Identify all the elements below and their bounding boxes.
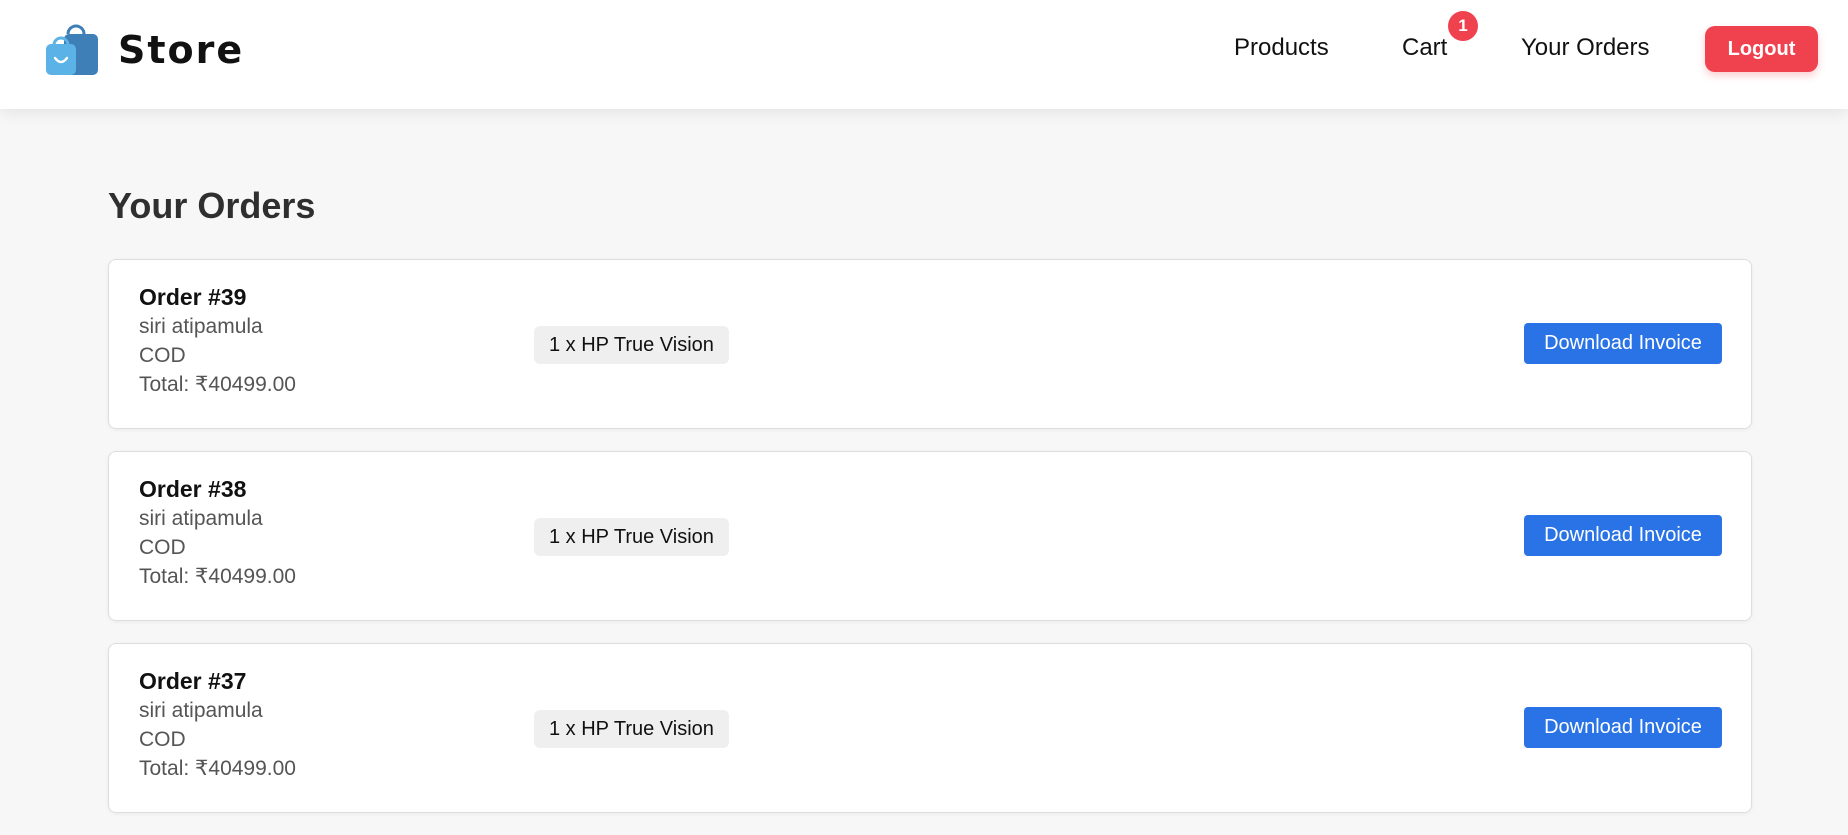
download-invoice-button[interactable]: Download Invoice xyxy=(1524,707,1722,748)
order-item-tag: 1 x HP True Vision xyxy=(534,710,729,748)
customer-name: siri atipamula xyxy=(139,315,263,338)
customer-name: siri atipamula xyxy=(139,699,263,722)
nav-your-orders-link[interactable]: Your Orders xyxy=(1521,34,1650,62)
brand-name: Store xyxy=(118,28,245,72)
orders-list: Order #39 siri atipamula COD Total: ₹404… xyxy=(108,259,1752,835)
brand[interactable]: Store xyxy=(42,22,244,78)
order-number: Order #38 xyxy=(139,476,247,502)
download-invoice-button[interactable]: Download Invoice xyxy=(1524,323,1722,364)
payment-method: COD xyxy=(139,344,186,367)
download-invoice-button[interactable]: Download Invoice xyxy=(1524,515,1722,556)
payment-method: COD xyxy=(139,728,186,751)
order-details: Order #39 siri atipamula COD Total: ₹404… xyxy=(139,282,296,399)
order-details: Order #38 siri atipamula COD Total: ₹404… xyxy=(139,474,296,591)
shopping-bags-icon xyxy=(46,24,98,75)
nav-products-link[interactable]: Products xyxy=(1234,34,1329,62)
customer-name: siri atipamula xyxy=(139,507,263,530)
order-item-tag: 1 x HP True Vision xyxy=(534,518,729,556)
cart-count-badge: 1 xyxy=(1448,11,1478,41)
top-navigation-bar: Store Products Cart 1 Your Orders Logout xyxy=(0,0,1848,109)
order-total: Total: ₹40499.00 xyxy=(139,757,296,780)
page-title: Your Orders xyxy=(108,185,316,226)
order-card: Order #39 siri atipamula COD Total: ₹404… xyxy=(108,259,1752,429)
order-item-tag: 1 x HP True Vision xyxy=(534,326,729,364)
order-card: Order #38 siri atipamula COD Total: ₹404… xyxy=(108,451,1752,621)
nav-cart-link[interactable]: Cart xyxy=(1402,34,1447,62)
order-number: Order #39 xyxy=(139,284,247,310)
order-details: Order #37 siri atipamula COD Total: ₹404… xyxy=(139,666,296,783)
order-number: Order #37 xyxy=(139,668,247,694)
order-total: Total: ₹40499.00 xyxy=(139,373,296,396)
order-total: Total: ₹40499.00 xyxy=(139,565,296,588)
logout-button[interactable]: Logout xyxy=(1705,26,1818,72)
payment-method: COD xyxy=(139,536,186,559)
order-card: Order #37 siri atipamula COD Total: ₹404… xyxy=(108,643,1752,813)
